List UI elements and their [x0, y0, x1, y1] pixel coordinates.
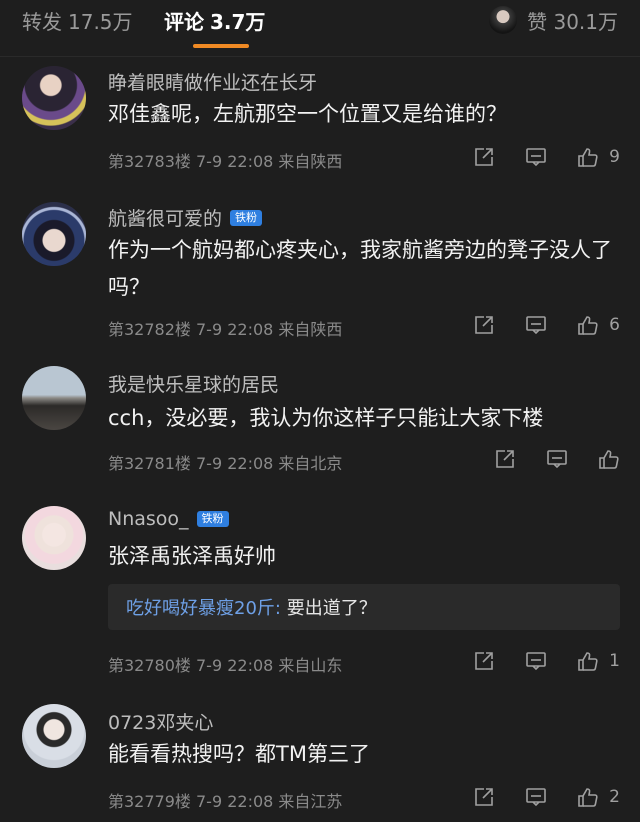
comment-meta: 第32782楼 7-9 22:08 来自陕西	[108, 320, 343, 339]
active-tab-indicator	[193, 44, 249, 48]
share-button[interactable]	[473, 650, 495, 672]
comment-meta: 第32783楼 7-9 22:08 来自陕西	[108, 152, 343, 171]
comment-actions	[464, 448, 620, 470]
comment-username[interactable]: 0723邓夹心	[108, 708, 213, 735]
comment-text: cch，没必要，我认为你这样子只能让大家下楼	[108, 406, 544, 430]
tab-repost-label: 转发	[22, 10, 62, 34]
comment-actions: 9	[443, 146, 620, 168]
comment-icon	[547, 450, 567, 469]
thumbs-up-icon	[578, 788, 598, 807]
avatar[interactable]	[22, 202, 86, 266]
comment-icon	[526, 652, 546, 671]
share-button[interactable]	[473, 314, 495, 336]
avatar[interactable]	[22, 366, 86, 430]
comment-meta: 第32779楼 7-9 22:08 来自江苏	[108, 792, 343, 811]
liker-avatar	[489, 6, 518, 34]
like-count: 9	[609, 147, 620, 167]
comment-text: 邓佳鑫呢，左航那空一个位置又是给谁的？	[108, 102, 507, 126]
comment-meta: 第32780楼 7-9 22:08 来自山东	[108, 656, 343, 675]
tab-likes[interactable]: 赞 30.1万	[489, 4, 618, 36]
reply-button[interactable]	[525, 786, 547, 808]
tab-comments-label: 评论	[164, 10, 204, 34]
share-icon	[496, 450, 514, 468]
tab-repost-count: 17.5万	[68, 10, 133, 34]
share-button[interactable]	[473, 786, 495, 808]
share-icon	[475, 148, 493, 166]
share-icon	[475, 788, 493, 806]
tab-repost[interactable]: 转发 17.5万	[22, 6, 133, 35]
comment-username[interactable]: 我是快乐星球的居民	[108, 370, 279, 397]
like-button[interactable]: 9	[577, 146, 620, 168]
comment-text: 能看看热搜吗？都TM第三了	[108, 742, 370, 766]
like-count: 6	[609, 315, 620, 335]
fan-badge: 铁粉	[230, 209, 263, 226]
like-button[interactable]: 2	[577, 786, 620, 808]
comment-tabs-bar: 转发 17.5万 评论 3.7万 赞 30.1万	[0, 0, 640, 57]
like-button[interactable]	[598, 448, 620, 470]
comment-text: 张泽禹张泽禹好帅	[108, 544, 276, 568]
avatar[interactable]	[22, 506, 86, 570]
reply-button[interactable]	[525, 314, 547, 336]
reply-button[interactable]	[546, 448, 568, 470]
comment-actions: 2	[443, 786, 620, 808]
tab-likes-label: 赞	[527, 9, 548, 34]
share-button[interactable]	[494, 448, 516, 470]
comment-icon	[526, 788, 546, 807]
comment-username[interactable]: Nnasoo_	[108, 508, 189, 530]
reply-text: 要出道了？	[280, 598, 377, 619]
avatar[interactable]	[22, 66, 86, 130]
avatar[interactable]	[22, 704, 86, 768]
comment-icon	[526, 316, 546, 335]
comment-actions: 1	[443, 650, 620, 672]
like-button[interactable]: 1	[577, 650, 620, 672]
share-icon	[475, 316, 493, 334]
tab-likes-count: 30.1万	[553, 9, 618, 34]
comment-meta: 第32781楼 7-9 22:08 来自北京	[108, 454, 343, 473]
reply-button[interactable]	[525, 146, 547, 168]
thumbs-up-icon	[578, 316, 598, 335]
thumbs-up-icon	[578, 652, 598, 671]
like-button[interactable]: 6	[577, 314, 620, 336]
like-count: 1	[609, 651, 620, 671]
reply-preview[interactable]: 吃好喝好暴瘦20斤: 要出道了？	[108, 584, 620, 630]
comment-username[interactable]: 睁着眼睛做作业还在长牙	[108, 68, 317, 95]
thumbs-up-icon	[599, 450, 619, 469]
fan-badge: 铁粉	[196, 511, 229, 527]
share-icon	[475, 652, 493, 670]
tab-comments[interactable]: 评论 3.7万	[164, 6, 265, 35]
reply-button[interactable]	[525, 650, 547, 672]
comment-text: 作为一个航妈都心疼夹心，我家航酱旁边的凳子没人了吗？	[108, 238, 612, 299]
comment-username[interactable]: 航酱很可爱的	[108, 204, 222, 231]
thumbs-up-icon	[578, 148, 598, 167]
share-button[interactable]	[473, 146, 495, 168]
comment-icon	[526, 148, 546, 167]
tab-comments-count: 3.7万	[210, 10, 266, 34]
like-count: 2	[609, 787, 620, 807]
reply-username[interactable]: 吃好喝好暴瘦20斤:	[126, 598, 281, 619]
comment-actions: 6	[443, 314, 620, 336]
